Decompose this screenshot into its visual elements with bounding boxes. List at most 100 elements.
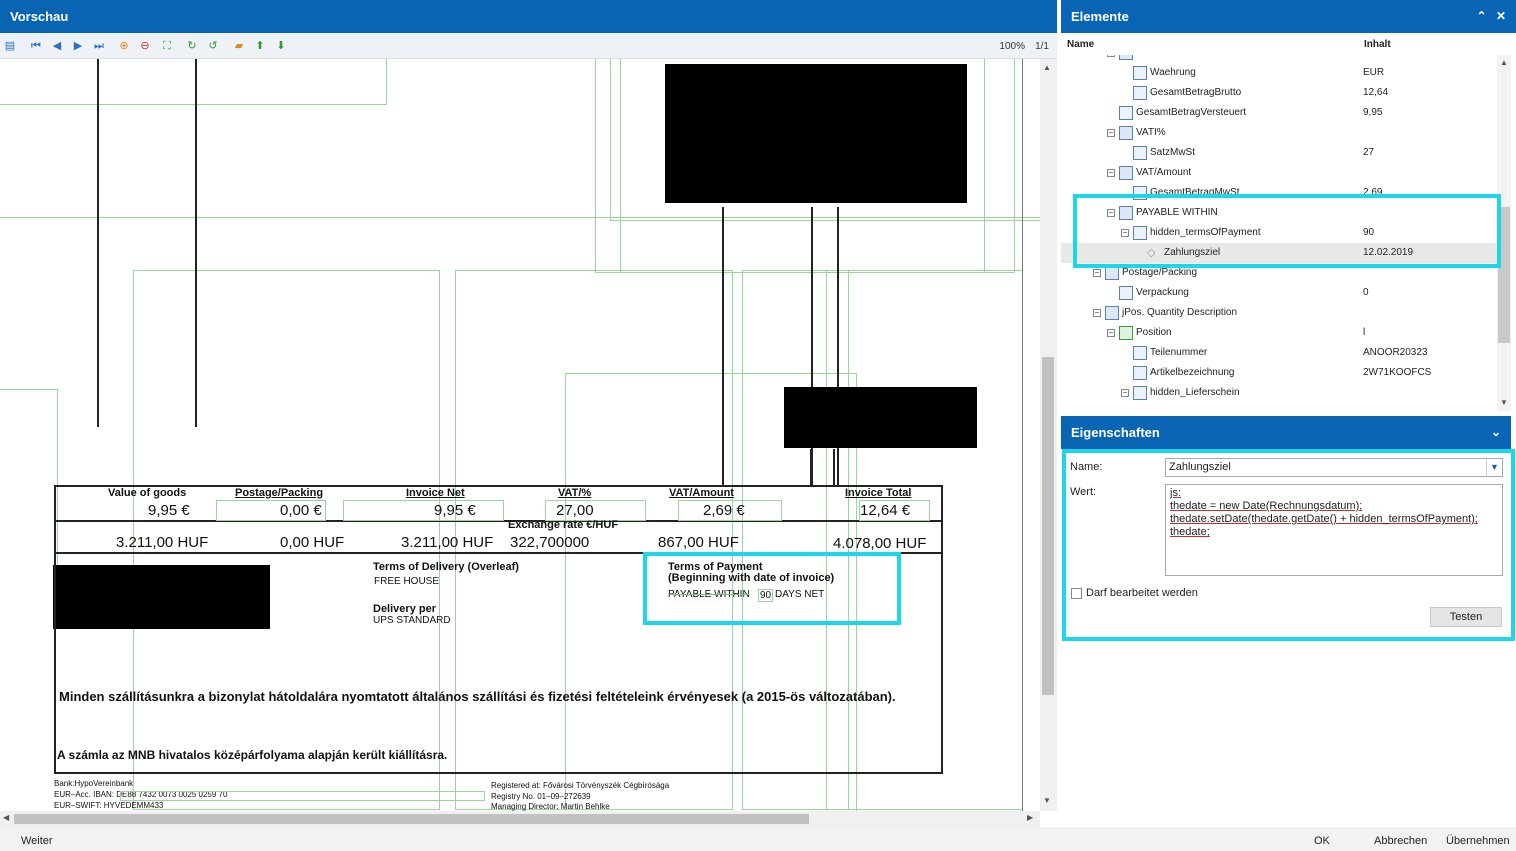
group-icon [1119, 126, 1133, 140]
elements-title: Elemente [1071, 9, 1129, 24]
open-icon[interactable]: ▰ [232, 39, 246, 53]
page-line [97, 59, 99, 427]
scroll-thumb[interactable] [1042, 357, 1054, 695]
page-counter: 1/1 [1035, 41, 1049, 52]
scroll-up-icon[interactable]: ▲ [1043, 63, 1051, 72]
dialog-footer: Weiter OK Abbrechen Übernehmen [0, 827, 1516, 851]
field-icon [1133, 346, 1147, 360]
page-line [810, 449, 812, 487]
tree-value: ANOOR20323 [1363, 347, 1428, 358]
collapse-icon[interactable]: − [1107, 169, 1115, 177]
eur-value-goods: 9,95 € [148, 502, 190, 519]
page-line [833, 449, 835, 487]
elements-panel-header: Elemente ⌃ ✕ [1061, 0, 1516, 33]
document-preview[interactable]: Value of goods Postage/Packing Invoice N… [0, 59, 1040, 811]
refresh-icon[interactable]: ↺ [206, 39, 220, 53]
field-icon [1133, 366, 1147, 380]
tree-label: GesamtBetragBrutto [1150, 87, 1242, 98]
preview-vertical-scrollbar[interactable]: ▲ ▼ [1040, 59, 1057, 811]
preview-horizontal-scrollbar[interactable]: ◀ ▶ [0, 811, 1040, 827]
collapse-icon[interactable]: − [1093, 309, 1101, 317]
tree-row[interactable]: GesamtBetragVersteuert 9,95 [1061, 103, 1497, 123]
terms-delivery-title: Terms of Delivery (Overleaf) [373, 561, 519, 573]
field-box [120, 791, 485, 801]
registry-line-2: Registry No. 01–09–272639 [491, 792, 591, 801]
header-vat-percent: VAT/% [558, 487, 592, 499]
preview-panel-header: Vorschau [0, 0, 1057, 33]
tree-label: jPos. Quantity Description [1122, 307, 1238, 318]
scroll-down-icon[interactable]: ▼ [1043, 796, 1051, 805]
collapse-icon[interactable]: − [1107, 129, 1115, 137]
tree-value: 12,64 [1363, 87, 1389, 98]
tree-row[interactable]: − hidden_Lieferschein [1061, 383, 1497, 403]
collapse-down-icon[interactable]: ⌄ [1491, 425, 1501, 439]
cancel-button[interactable]: Abbrechen [1374, 835, 1427, 847]
scroll-right-icon[interactable]: ▶ [1027, 813, 1033, 822]
ok-button[interactable]: OK [1314, 835, 1330, 847]
last-page-icon[interactable]: ⏭ [92, 39, 106, 53]
field-icon [1133, 66, 1147, 80]
upload-icon[interactable]: ⬆ [253, 39, 267, 53]
position-icon [1119, 326, 1133, 340]
tree-row[interactable]: − Position l [1061, 323, 1497, 343]
column-content: Inhalt [1364, 39, 1391, 50]
scroll-thumb[interactable] [14, 814, 809, 824]
close-icon[interactable]: ✕ [1496, 9, 1506, 23]
download-icon[interactable]: ⬇ [274, 39, 288, 53]
zoom-out-icon[interactable]: ⊖ [138, 39, 152, 53]
preview-title: Vorschau [10, 9, 69, 24]
tree-row[interactable]: Waehrung EUR [1061, 63, 1497, 83]
tree-value: 27 [1363, 147, 1375, 158]
zoom-level: 100% [999, 41, 1025, 52]
layout-icon[interactable]: ▤ [3, 39, 17, 53]
field-box [859, 500, 930, 521]
collapse-icon[interactable]: − [1093, 269, 1101, 277]
group-icon [1119, 55, 1133, 60]
tree-row[interactable]: − VATI% [1061, 123, 1497, 143]
huf-value-net: 3.211,00 HUF [401, 534, 494, 551]
tree-label: Invoice Total [1136, 55, 1191, 63]
tree-row[interactable]: − Invoice Total [1061, 55, 1497, 63]
huf-exchange-rate: 322,700000 [510, 534, 590, 551]
tree-label: hidden_Lieferschein [1150, 387, 1240, 398]
collapse-icon[interactable]: − [1121, 389, 1129, 397]
collapse-icon[interactable]: − [1107, 329, 1115, 337]
zoom-in-icon[interactable]: ⊕ [117, 39, 131, 53]
group-icon [1105, 266, 1119, 280]
bank-line-3: EUR–SWIFT: HYVEDEMM433 [54, 801, 164, 810]
tree-label: SatzMwSt [1150, 147, 1196, 158]
first-page-icon[interactable]: ⏮ [29, 39, 43, 53]
field-icon [1133, 386, 1147, 400]
tree-row[interactable]: Teilenummer ANOOR20323 [1061, 343, 1497, 363]
next-page-icon[interactable]: ▶ [71, 39, 85, 53]
apply-button[interactable]: Übernehmen [1446, 835, 1510, 847]
prev-page-icon[interactable]: ◀ [50, 39, 64, 53]
hungarian-terms-line: Minden szállításunkra a bizonylat hátold… [59, 689, 896, 704]
delivery-per-title: Delivery per [373, 603, 436, 615]
fit-page-icon[interactable]: ⛶ [160, 39, 174, 53]
tree-row[interactable]: − jPos. Quantity Description [1061, 303, 1497, 323]
tree-row[interactable]: − VAT/Amount [1061, 163, 1497, 183]
rotate-icon[interactable]: ↻ [185, 39, 199, 53]
properties-highlight [1062, 449, 1515, 641]
scroll-up-icon[interactable]: ▲ [1500, 58, 1508, 67]
tree-value: l [1363, 327, 1366, 338]
tree-row[interactable]: GesamtBetragBrutto 12,64 [1061, 83, 1497, 103]
header-value-of-goods: Value of goods [108, 487, 187, 499]
collapse-up-icon[interactable]: ⌃ [1477, 9, 1487, 23]
tree-row[interactable]: SatzMwSt 27 [1061, 143, 1497, 163]
properties-panel-header: Eigenschaften ⌄ [1061, 416, 1511, 449]
header-invoice-total: Invoice Total [845, 487, 912, 499]
tree-label: VAT/Amount [1136, 167, 1192, 178]
invoice-table [54, 485, 943, 774]
next-button[interactable]: Weiter [21, 835, 53, 847]
header-invoice-net: Invoice Net [406, 487, 465, 499]
tree-value: EUR [1363, 67, 1385, 78]
tree-label: Position [1136, 327, 1172, 338]
tree-row[interactable]: Artikelbezeichnung 2W71KOOFCS [1061, 363, 1497, 383]
scroll-down-icon[interactable]: ▼ [1500, 398, 1508, 407]
field-box [216, 500, 326, 521]
collapse-icon[interactable]: − [1107, 55, 1115, 57]
scroll-left-icon[interactable]: ◀ [3, 813, 9, 822]
tree-row[interactable]: Verpackung 0 [1061, 283, 1497, 303]
